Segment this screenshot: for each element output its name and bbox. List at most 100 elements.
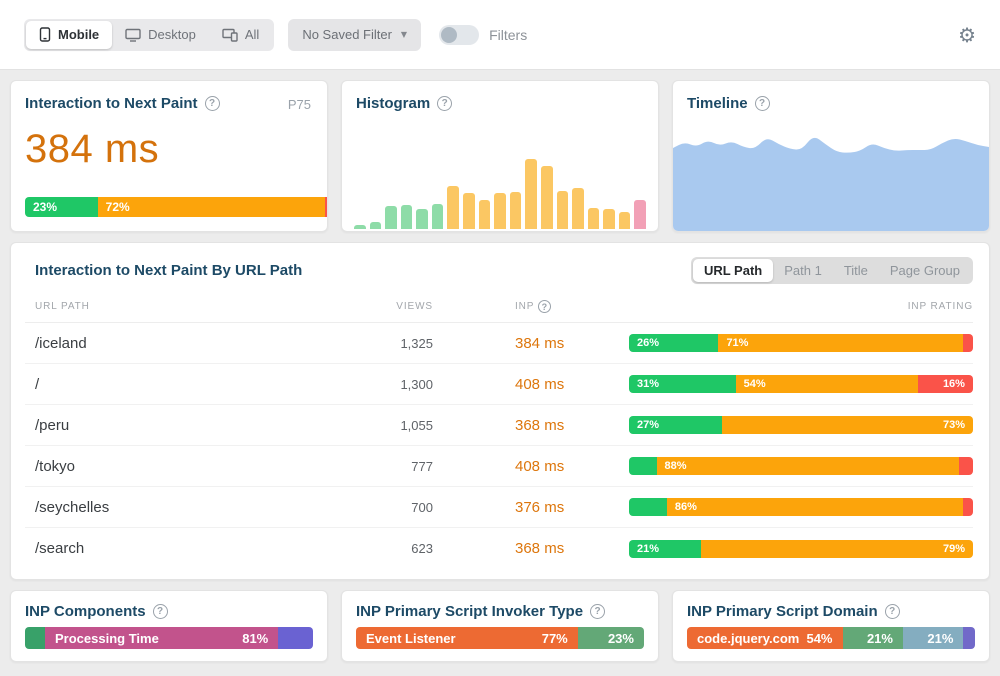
bar-segment-label: 31% [637, 378, 659, 390]
card-title-text: Interaction to Next Paint [25, 95, 198, 112]
bar-segment-label: Processing Time [55, 631, 159, 646]
bar-segment: 73% [722, 416, 973, 434]
column-header-views: VIEWS [313, 301, 433, 312]
column-header-inp-text: INP [515, 301, 534, 312]
inp-rating-bar: 31% 54%16% [629, 375, 973, 393]
help-icon[interactable]: ? [590, 604, 605, 619]
tab-url-path[interactable]: URL Path [693, 259, 773, 282]
table-row[interactable]: /seychelles700376 ms86% [25, 487, 973, 528]
bar-segment: 21% [843, 627, 903, 649]
tab-title[interactable]: Title [833, 259, 879, 282]
table-row[interactable]: /peru1,055368 ms27%73% [25, 405, 973, 446]
device-tab-label: Desktop [148, 27, 196, 42]
inp-invoker-type-card: INP Primary Script Invoker Type ? Event … [341, 590, 659, 662]
grouping-segmented-control: URL Path Path 1 Title Page Group [691, 257, 973, 284]
table-row[interactable]: /1,300408 ms31%54%16% [25, 364, 973, 405]
breakdown-row: INP Components ? Processing Time81% INP … [10, 590, 990, 662]
device-tab-all[interactable]: All [209, 21, 272, 49]
histogram-card: Histogram ? [341, 80, 659, 232]
bar-segment-value: 21% [867, 631, 893, 646]
histogram-bar [432, 204, 444, 229]
bar-segment: 88% [657, 457, 960, 475]
bar-segment [959, 457, 973, 475]
filters-toggle-label: Filters [489, 27, 527, 43]
bar-segment: 26% [629, 334, 718, 352]
bar-segment: 71% [718, 334, 962, 352]
inp-value-cell: 408 ms [433, 458, 629, 475]
card-title-text: Timeline [687, 95, 748, 112]
bar-segment-value: 79% [943, 543, 965, 555]
histogram-bar [416, 209, 428, 229]
table-row[interactable]: /tokyo777408 ms88% [25, 446, 973, 487]
filters-toggle[interactable] [439, 25, 479, 45]
table-row[interactable]: /iceland1,325384 ms26%71% [25, 323, 973, 364]
column-header-url-path: URL PATH [35, 301, 313, 312]
inp-summary-card: Interaction to Next Paint ? P75 384 ms 2… [10, 80, 328, 232]
device-tab-desktop[interactable]: Desktop [112, 21, 209, 49]
bar-segment-label: Event Listener [366, 631, 456, 646]
bar-segment-label: code.jquery.com [697, 631, 799, 646]
url-path-cell: /peru [35, 417, 313, 434]
help-icon[interactable]: ? [538, 300, 551, 313]
card-title-text: INP Primary Script Invoker Type [356, 603, 583, 620]
inp-rating-bar: 88% [629, 457, 973, 475]
views-cell: 777 [313, 459, 433, 474]
inp-rating-cell: 88% [629, 457, 973, 475]
timeline-area [673, 138, 989, 231]
table-body: /iceland1,325384 ms26%71% /1,300 408 ms 31%… [25, 323, 973, 569]
bar-segment: 54% [736, 375, 918, 393]
bar-segment [325, 197, 328, 217]
inp-rating-bar: 27%73% [629, 416, 973, 434]
histogram-bar [572, 188, 584, 229]
saved-filter-dropdown[interactable]: No Saved Filter ▼ [288, 19, 421, 51]
bar-segment: 23% [25, 197, 98, 217]
saved-filter-label: No Saved Filter [302, 27, 392, 42]
views-cell: 1,300 [313, 377, 433, 392]
bar-segment: 16% [918, 375, 973, 393]
histogram-bar [385, 206, 397, 229]
views-cell: 623 [313, 541, 433, 556]
bar-segment-label: 21% [637, 543, 659, 555]
toggle-knob [441, 27, 457, 43]
inp-value-cell: 376 ms [433, 499, 629, 516]
table-row[interactable]: /search623368 ms21%79% [25, 528, 973, 569]
card-title-text: INP Primary Script Domain [687, 603, 878, 620]
bar-segment-label: 23% [33, 200, 57, 214]
histogram-bar [603, 209, 615, 229]
bar-segment [963, 498, 973, 516]
bar-segment: 21% [903, 627, 963, 649]
url-path-cell: /seychelles [35, 499, 313, 516]
help-icon[interactable]: ? [885, 604, 900, 619]
histogram-bar [525, 159, 537, 229]
inp-rating-cell: 21% 79% [629, 540, 973, 558]
inp-rating-cell: 86% [629, 498, 973, 516]
device-tab-mobile[interactable]: Mobile [26, 21, 112, 49]
inp-rating-bar: 23%72% [25, 197, 328, 217]
inp-value-cell: 384 ms [433, 335, 629, 352]
bar-segment [629, 457, 657, 475]
card-title: INP Primary Script Invoker Type ? [356, 603, 605, 620]
inp-value: 384 ms [25, 127, 313, 172]
bar-segment: Processing Time81% [45, 627, 278, 649]
bar-segment: 31% [629, 375, 736, 393]
monitor-icon [125, 28, 141, 42]
histogram-bar [401, 205, 413, 229]
metrics-row: Interaction to Next Paint ? P75 384 ms 2… [10, 80, 990, 232]
help-icon[interactable]: ? [755, 96, 770, 111]
help-icon[interactable]: ? [205, 96, 220, 111]
tab-path-1[interactable]: Path 1 [773, 259, 833, 282]
help-icon[interactable]: ? [153, 604, 168, 619]
inp-value-cell: 368 ms [433, 540, 629, 557]
tab-page-group[interactable]: Page Group [879, 259, 971, 282]
views-cell: 1,055 [313, 418, 433, 433]
bar-segment: 23% [578, 627, 644, 649]
settings-gear-icon[interactable]: ⚙ [958, 25, 976, 45]
bar-segment: 27% [629, 416, 722, 434]
histogram-bar [510, 192, 522, 229]
device-tab-label: All [245, 27, 259, 42]
table-title: Interaction to Next Paint By URL Path [35, 262, 302, 279]
url-path-cell: / [35, 376, 313, 393]
bar-segment: code.jquery.com54% [687, 627, 843, 649]
views-cell: 1,325 [313, 336, 433, 351]
help-icon[interactable]: ? [437, 96, 452, 111]
